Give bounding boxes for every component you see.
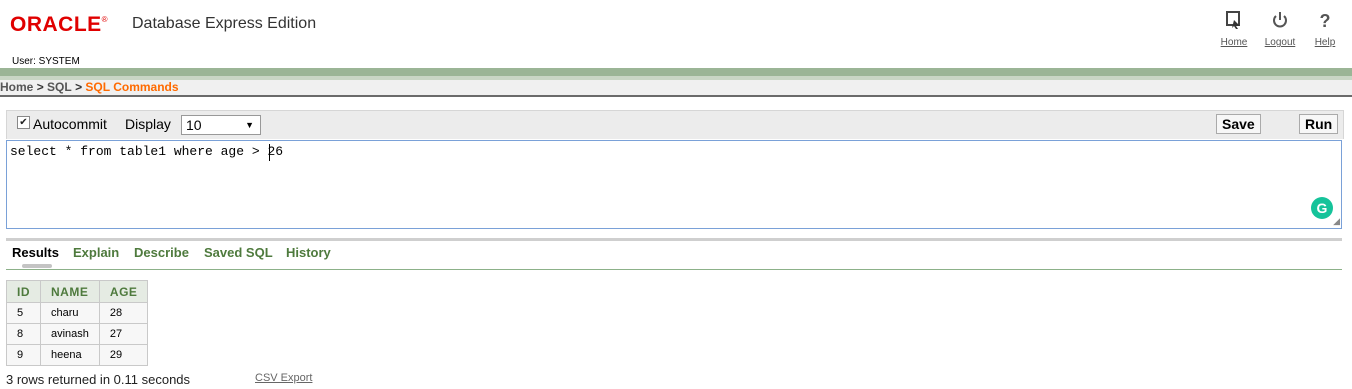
tab-describe[interactable]: Describe bbox=[134, 245, 189, 260]
breadcrumb-current: SQL Commands bbox=[85, 80, 179, 94]
display-label: Display bbox=[125, 116, 171, 132]
breadcrumb-sql[interactable]: SQL bbox=[47, 80, 72, 94]
sql-toolbar: ✔ Autocommit Display 10 ▼ Save Run bbox=[6, 110, 1344, 139]
help-link[interactable]: ? Help bbox=[1305, 10, 1345, 50]
table-cell: 5 bbox=[6, 302, 41, 324]
sql-query-text: select * from table1 where age > 26 bbox=[10, 144, 284, 159]
help-link-label[interactable]: Help bbox=[1315, 37, 1336, 48]
product-name: Database Express Edition bbox=[132, 15, 317, 32]
table-cell: avinash bbox=[40, 323, 100, 345]
grammarly-icon[interactable]: G bbox=[1311, 197, 1333, 219]
table-row: 8 avinash 27 bbox=[6, 323, 149, 345]
tab-results[interactable]: Results bbox=[12, 245, 59, 260]
breadcrumb-separator: > bbox=[36, 80, 44, 94]
oracle-logo: ORACLE® bbox=[10, 13, 109, 36]
rows-returned-status: 3 rows returned in 0.11 seconds bbox=[6, 372, 191, 387]
autocommit-checkbox[interactable]: ✔ bbox=[17, 116, 30, 129]
table-header-row: ID NAME AGE bbox=[6, 280, 149, 303]
table-cell: 29 bbox=[98, 344, 149, 366]
breadcrumb-home[interactable]: Home bbox=[0, 80, 33, 94]
autocommit-label: Autocommit bbox=[33, 116, 107, 132]
breadcrumb: Home > SQL > SQL Commands bbox=[0, 80, 1352, 97]
display-select-value: 10 bbox=[186, 117, 202, 133]
run-button[interactable]: Run bbox=[1299, 114, 1339, 134]
tab-divider bbox=[6, 269, 1342, 270]
table-cell: heena bbox=[40, 344, 100, 366]
save-button[interactable]: Save bbox=[1216, 114, 1261, 134]
table-cell: 27 bbox=[98, 323, 149, 345]
sql-editor[interactable]: select * from table1 where age > 26 G ◢ bbox=[6, 140, 1342, 229]
column-header-age: AGE bbox=[98, 280, 149, 303]
breadcrumb-separator: > bbox=[75, 80, 83, 94]
resize-handle-icon[interactable]: ◢ bbox=[1333, 216, 1340, 227]
tab-explain[interactable]: Explain bbox=[73, 245, 119, 260]
current-user: User: SYSTEM bbox=[12, 56, 80, 67]
text-caret bbox=[269, 144, 270, 161]
active-tab-indicator bbox=[22, 264, 52, 268]
display-select[interactable]: 10 ▼ bbox=[181, 115, 261, 135]
power-icon bbox=[1260, 10, 1300, 32]
tab-separator bbox=[6, 238, 1342, 241]
header-bar bbox=[0, 68, 1352, 76]
table-cell: 9 bbox=[6, 344, 41, 366]
table-row: 9 heena 29 bbox=[6, 344, 149, 366]
table-cell: 8 bbox=[6, 323, 41, 345]
question-icon: ? bbox=[1319, 11, 1331, 31]
logout-link-label[interactable]: Logout bbox=[1265, 37, 1296, 48]
chevron-down-icon: ▼ bbox=[245, 120, 254, 130]
table-row: 5 charu 28 bbox=[6, 302, 149, 324]
home-link[interactable]: Home bbox=[1214, 10, 1254, 50]
table-cell: charu bbox=[40, 302, 100, 324]
column-header-id: ID bbox=[6, 280, 41, 303]
tab-history[interactable]: History bbox=[286, 245, 331, 260]
home-icon bbox=[1214, 10, 1254, 32]
logout-link[interactable]: Logout bbox=[1260, 10, 1300, 50]
home-link-label[interactable]: Home bbox=[1221, 37, 1248, 48]
table-cell: 28 bbox=[98, 302, 149, 324]
column-header-name: NAME bbox=[40, 280, 100, 303]
csv-export-link[interactable]: CSV Export bbox=[255, 372, 312, 384]
tab-saved-sql[interactable]: Saved SQL bbox=[204, 245, 273, 260]
results-table: ID NAME AGE 5 charu 28 8 avinash 27 9 he… bbox=[6, 280, 149, 366]
